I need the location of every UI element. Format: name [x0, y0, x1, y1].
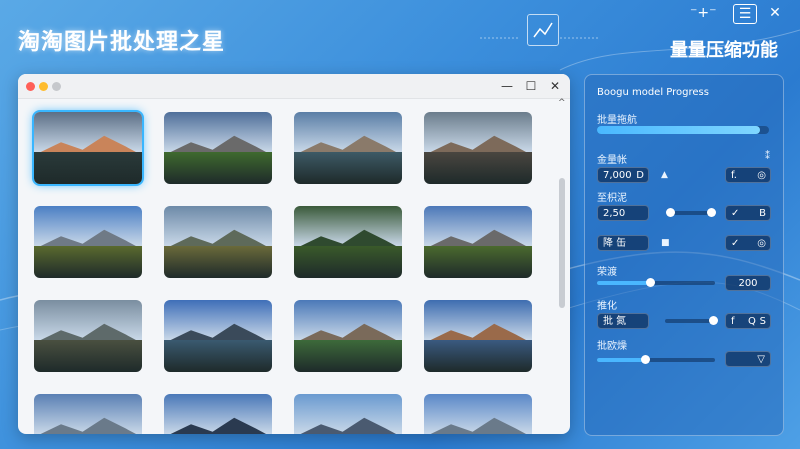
settings-icon[interactable]: ⁻+⁻ [690, 4, 717, 22]
feature-title: 量量压缩功能 [670, 40, 778, 61]
quality-btn-a[interactable]: f. [731, 170, 737, 181]
size-slider-knob-a[interactable] [666, 208, 675, 217]
chart-logo-icon [527, 14, 559, 46]
end-slider-knob[interactable] [641, 355, 650, 364]
image-thumbnail[interactable] [424, 300, 532, 372]
image-thumbnail[interactable] [164, 394, 272, 434]
progress-fill [597, 126, 761, 134]
quality-mark-icon: ▲ [661, 170, 668, 180]
image-thumbnail[interactable] [34, 394, 142, 434]
batch-options[interactable]: f Q S [725, 313, 771, 329]
close-window-button[interactable]: ✕ [546, 77, 564, 95]
close-app-button[interactable]: ✕ [764, 4, 786, 22]
mode-options[interactable]: ✓ ◎ [725, 235, 771, 251]
end-slider[interactable] [597, 355, 715, 364]
mode-btn-a[interactable]: ✓ [731, 238, 739, 249]
size-label: 至枳泥 [597, 193, 627, 204]
image-thumbnail[interactable] [294, 394, 402, 434]
image-thumbnail[interactable] [424, 206, 532, 278]
minimize-button[interactable]: — [498, 77, 516, 95]
app-title: 淘淘图片批处理之星 [18, 30, 226, 55]
batch-btn-b[interactable]: Q [748, 314, 756, 330]
batch-btn-c[interactable]: S [760, 314, 766, 330]
end-slider-fill [597, 358, 645, 362]
zoom-dot[interactable] [52, 82, 61, 91]
panel-title: Boogu model Progress [597, 87, 709, 98]
level-slider-fill [597, 281, 651, 285]
size-slider-knob-b[interactable] [707, 208, 716, 217]
image-thumbnail[interactable] [294, 206, 402, 278]
image-thumbnail[interactable] [294, 300, 402, 372]
scrollbar[interactable]: ^ [558, 98, 566, 430]
settings-panel: Boogu model Progress 批量拖航 金量帐 ⁑ 7,000 D … [584, 74, 784, 436]
batch-label: 推化 [597, 301, 617, 312]
maximize-button[interactable]: ☐ [522, 77, 540, 95]
image-thumbnail[interactable] [32, 110, 144, 186]
batch-slider-knob[interactable] [709, 316, 718, 325]
quality-side-icon: ⁑ [765, 151, 770, 162]
scroll-up-icon[interactable]: ^ [558, 98, 566, 108]
size-options[interactable]: ✓ B [725, 205, 771, 221]
close-dot[interactable] [26, 82, 35, 91]
image-thumbnail[interactable] [424, 394, 532, 434]
progress-bar [597, 126, 769, 134]
quality-value: 7,000 [603, 170, 632, 181]
image-thumbnail[interactable] [164, 206, 272, 278]
mode-btn-b[interactable]: ◎ [757, 236, 766, 252]
scroll-thumb[interactable] [559, 178, 565, 308]
image-thumbnail[interactable] [294, 112, 402, 184]
quality-unit: D [636, 170, 644, 181]
end-dropdown[interactable]: ▽ [725, 351, 771, 367]
level-slider[interactable] [597, 278, 715, 287]
size-input[interactable]: 2,50 [597, 205, 649, 221]
quality-options[interactable]: f. ◎ [725, 167, 771, 183]
batch-btn-a[interactable]: f [731, 316, 735, 327]
image-thumbnail[interactable] [34, 300, 142, 372]
mode-mark-icon: ■ [661, 238, 670, 248]
image-browser-window: — ☐ ✕ ^ [18, 74, 570, 434]
size-btn-b[interactable]: B [759, 206, 766, 222]
end-label: 批欧燥 [597, 341, 627, 352]
quality-label: 金量帐 [597, 155, 627, 166]
image-thumbnail[interactable] [164, 112, 272, 184]
batch-input[interactable]: 批 氮 [597, 313, 649, 329]
level-label: 荣渡 [597, 267, 617, 278]
image-thumbnail[interactable] [424, 112, 532, 184]
mode-select[interactable]: 降 缶 [597, 235, 649, 251]
menu-icon[interactable]: ☰ [733, 4, 757, 24]
quality-input[interactable]: 7,000 D [597, 167, 649, 183]
level-slider-knob[interactable] [646, 278, 656, 287]
progress-label: 批量拖航 [597, 115, 637, 126]
batch-slider[interactable] [665, 316, 718, 325]
image-thumbnail[interactable] [34, 206, 142, 278]
size-btn-a[interactable]: ✓ [731, 208, 739, 219]
size-slider[interactable] [666, 208, 716, 217]
quality-btn-b[interactable]: ◎ [757, 168, 766, 184]
level-input[interactable]: 200 [725, 275, 771, 291]
window-titlebar: — ☐ ✕ [18, 74, 570, 99]
image-thumbnail[interactable] [164, 300, 272, 372]
minimize-dot[interactable] [39, 82, 48, 91]
